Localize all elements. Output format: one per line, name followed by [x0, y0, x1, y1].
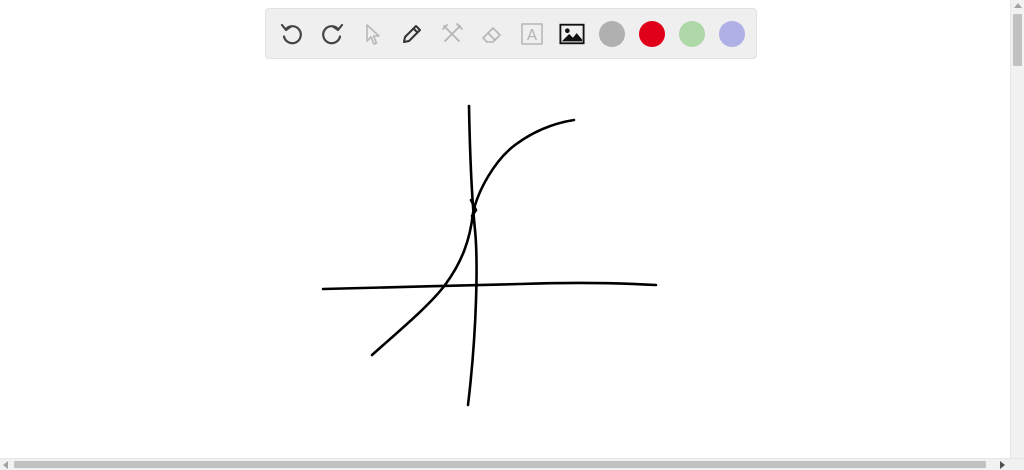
pointer-icon [366, 24, 380, 45]
vertical-scroll-thumb[interactable] [1013, 14, 1022, 66]
scroll-right-arrow-icon[interactable] [1000, 461, 1005, 469]
color-gray-swatch[interactable] [599, 21, 625, 47]
x-axis-stroke [321, 281, 658, 291]
redo-button[interactable] [319, 21, 345, 47]
toolbar: A [265, 8, 757, 59]
color-green-swatch[interactable] [679, 21, 705, 47]
text-icon: A [521, 23, 543, 45]
curve-stroke [370, 118, 576, 357]
select-button[interactable] [359, 21, 385, 47]
image-button[interactable] [559, 21, 585, 47]
vertical-scrollbar[interactable] [1010, 0, 1024, 458]
tools-icon [442, 23, 463, 42]
drawing-canvas[interactable] [0, 0, 1010, 458]
horizontal-scrollbar[interactable] [0, 458, 1024, 470]
text-button[interactable]: A [519, 21, 545, 47]
color-blue-swatch[interactable] [719, 21, 745, 47]
tools-button[interactable] [439, 21, 465, 47]
redo-icon [322, 23, 344, 45]
eraser-button[interactable] [479, 21, 505, 47]
eraser-icon [482, 27, 501, 43]
color-red-swatch[interactable] [639, 21, 665, 47]
scroll-up-arrow-icon[interactable] [1014, 3, 1022, 8]
y-axis-stroke [466, 104, 478, 407]
text-icon-label: A [527, 26, 538, 44]
undo-icon [280, 23, 302, 45]
horizontal-scroll-thumb[interactable] [14, 461, 986, 468]
scroll-left-arrow-icon[interactable] [3, 461, 8, 469]
pencil-icon [403, 25, 421, 43]
pen-button[interactable] [399, 21, 425, 47]
undo-button[interactable] [279, 21, 305, 47]
whiteboard-app: A [0, 0, 1024, 470]
image-icon [559, 23, 585, 45]
